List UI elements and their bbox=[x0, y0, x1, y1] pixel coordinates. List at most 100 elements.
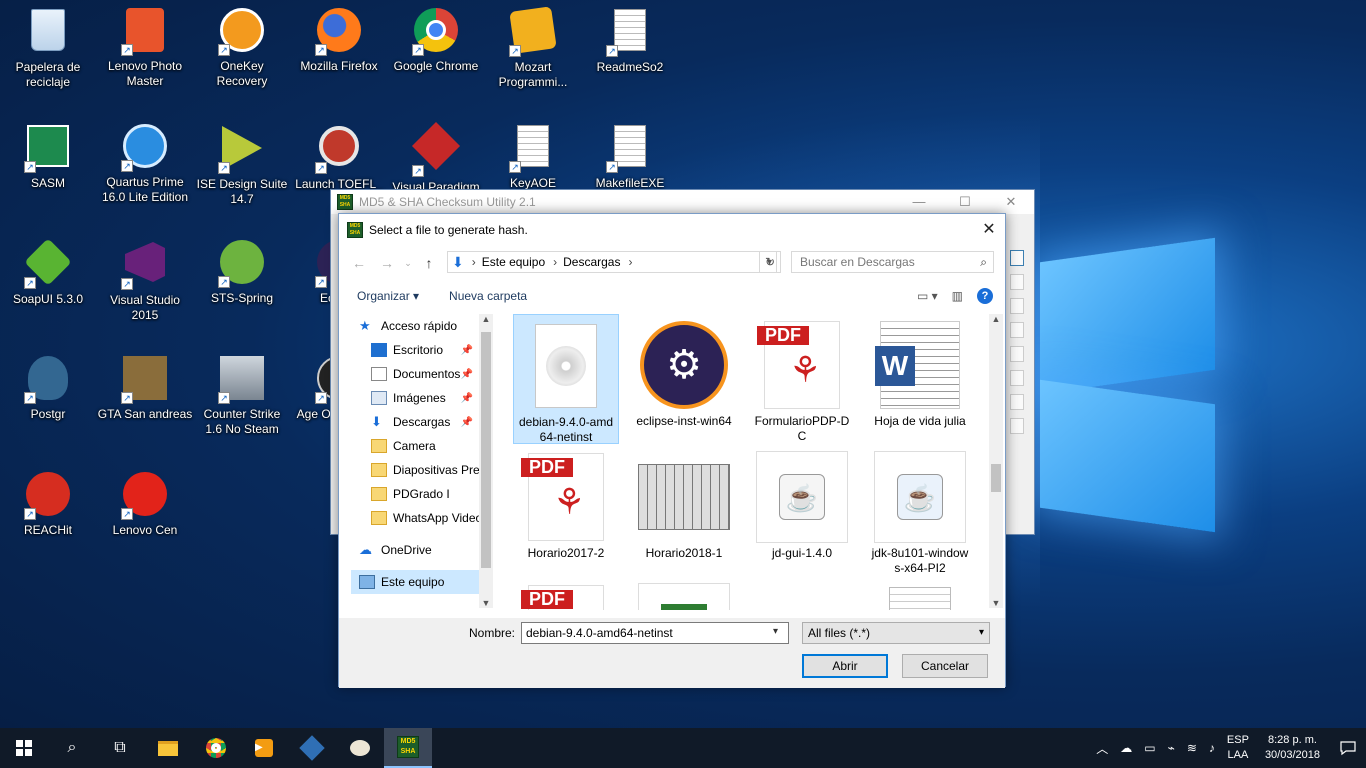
language-indicator[interactable]: ESP LAA bbox=[1227, 733, 1249, 763]
filename-dropdown-icon[interactable]: ▾ bbox=[773, 626, 778, 637]
up-arrow-icon[interactable]: ↑ bbox=[415, 255, 443, 271]
file-tile[interactable] bbox=[749, 578, 855, 610]
paint-icon[interactable] bbox=[336, 728, 384, 768]
dialog-close-button[interactable]: ✕ bbox=[973, 214, 1005, 246]
scroll-up-icon[interactable]: ▲ bbox=[479, 314, 493, 324]
desktop-icon[interactable]: ↗ Visual Paradigm bbox=[388, 121, 484, 195]
nav-item[interactable]: WhatsApp Video bbox=[351, 506, 479, 530]
desktop-icon[interactable]: Papelera de reciclaje bbox=[0, 6, 96, 90]
desktop-icon[interactable]: ↗ Visual Studio 2015 bbox=[97, 238, 193, 323]
nav-item[interactable]: ☁ OneDrive bbox=[351, 538, 479, 562]
scroll-up-icon[interactable]: ▲ bbox=[989, 314, 1003, 324]
desktop-icon[interactable]: ↗ Quartus Prime 16.0 Lite Edition bbox=[97, 122, 193, 205]
desktop-icon[interactable]: ↗ Google Chrome bbox=[388, 6, 484, 74]
filename-input[interactable] bbox=[521, 622, 789, 644]
pin-icon[interactable]: 📌 bbox=[461, 345, 473, 356]
file-tile[interactable]: debian-9.4.0-amd64-netinst bbox=[513, 314, 619, 444]
new-folder-button[interactable]: Nueva carpeta bbox=[449, 289, 527, 303]
nav-item[interactable]: ★ Acceso rápido bbox=[351, 314, 479, 338]
onedrive-tray-icon[interactable]: ☁ bbox=[1120, 741, 1132, 755]
desktop-icon[interactable]: ↗ Counter Strike 1.6 No Steam bbox=[194, 354, 290, 437]
search-icon[interactable]: ⌕ bbox=[48, 728, 96, 768]
cancel-button[interactable]: Cancelar bbox=[902, 654, 988, 678]
desktop-icon[interactable]: ↗ Mozilla Firefox bbox=[291, 6, 387, 74]
file-tile[interactable]: PDF ⚘ Horario2017-2 bbox=[513, 446, 619, 576]
scrollbar-thumb[interactable] bbox=[481, 332, 491, 568]
breadcrumb-chevron-icon[interactable]: › bbox=[628, 255, 632, 269]
desktop-icon[interactable]: ↗ Mozart Programmi... bbox=[485, 6, 581, 90]
breadcrumb-este-equipo[interactable]: Este equipo bbox=[482, 255, 545, 269]
nav-item[interactable]: Imágenes 📌 bbox=[351, 386, 479, 410]
breadcrumb-descargas[interactable]: Descargas bbox=[563, 255, 620, 269]
desktop-icon[interactable]: ↗ ISE Design Suite 14.7 bbox=[194, 122, 290, 207]
file-tile[interactable] bbox=[867, 578, 973, 610]
battery-icon[interactable]: ▭ bbox=[1144, 741, 1155, 755]
view-options-icon[interactable]: ▭ ▾ bbox=[917, 289, 938, 303]
forward-arrow-icon[interactable]: → bbox=[373, 255, 401, 271]
desktop-icon[interactable]: ↗ Lenovo Photo Master bbox=[97, 6, 193, 89]
desktop-icon[interactable]: ↗ KeyAOE bbox=[485, 122, 581, 191]
scrollbar-thumb[interactable] bbox=[991, 464, 1001, 492]
volume-icon[interactable]: ♪ bbox=[1209, 741, 1215, 755]
address-bar[interactable]: ⬇ › Este equipo › Descargas › ▾ bbox=[447, 251, 777, 273]
close-button[interactable]: ✕ bbox=[988, 190, 1034, 214]
clock[interactable]: 8:28 p. m. 30/03/2018 bbox=[1265, 733, 1320, 763]
file-tile[interactable]: ⚙ eclipse-inst-win64 bbox=[631, 314, 737, 444]
dialog-titlebar[interactable]: MD5 SHA Select a file to generate hash. bbox=[339, 214, 1005, 246]
nav-item[interactable]: ⬇ Descargas 📌 bbox=[351, 410, 479, 434]
desktop-icon[interactable]: ↗ Lenovo Cen bbox=[97, 470, 193, 538]
scroll-down-icon[interactable]: ▼ bbox=[479, 598, 493, 608]
desktop-icon[interactable]: ↗ ReadmeSo2 bbox=[582, 6, 678, 75]
desktop-icon[interactable]: ↗ OneKey Recovery bbox=[194, 6, 290, 89]
nav-item[interactable]: PDGrado I bbox=[351, 482, 479, 506]
desktop-icon[interactable]: ↗ MakefileEXE bbox=[582, 122, 678, 191]
desktop-icon[interactable]: ↗ SoapUI 5.3.0 bbox=[0, 238, 96, 307]
desktop-icon[interactable]: ↗ Postgr bbox=[0, 354, 96, 422]
nav-item[interactable]: Camera bbox=[351, 434, 479, 458]
md5-utility-icon[interactable]: MD5 SHA bbox=[384, 728, 432, 768]
desktop-icon[interactable]: ↗ STS-Spring bbox=[194, 238, 290, 306]
desktop-icon[interactable]: ↗ Launch TOEFL_ bbox=[291, 122, 387, 192]
pin-icon[interactable]: 📌 bbox=[461, 417, 473, 428]
desktop-icon[interactable]: ↗ REACHit bbox=[0, 470, 96, 538]
file-tile[interactable]: Horario2018-1 bbox=[631, 446, 737, 576]
file-explorer-icon[interactable] bbox=[144, 728, 192, 768]
file-tile[interactable]: PDF⚘ bbox=[513, 578, 619, 610]
file-tile[interactable]: PDF ⚘ FormularioPDP-DC bbox=[749, 314, 855, 444]
refresh-icon[interactable]: ↻ bbox=[759, 251, 781, 273]
pin-icon[interactable]: 📌 bbox=[461, 369, 473, 380]
breadcrumb-chevron-icon[interactable]: › bbox=[553, 255, 557, 269]
notifications-icon[interactable] bbox=[1330, 728, 1366, 768]
nav-item[interactable]: Este equipo bbox=[351, 570, 479, 594]
file-tile[interactable]: ☕ jd-gui-1.4.0 bbox=[749, 446, 855, 576]
breadcrumb-chevron-icon[interactable]: › bbox=[472, 255, 476, 269]
power-plug-icon[interactable]: ⌁ bbox=[1168, 741, 1175, 755]
nav-item[interactable]: Documentos 📌 bbox=[351, 362, 479, 386]
file-tile[interactable]: ☕ jdk-8u101-windows-x64-PI2 bbox=[867, 446, 973, 576]
file-tile[interactable] bbox=[631, 578, 737, 610]
file-grid-scrollbar[interactable]: ▲ ▼ bbox=[989, 314, 1003, 608]
pin-icon[interactable]: 📌 bbox=[461, 393, 473, 404]
back-arrow-icon[interactable]: ← bbox=[345, 255, 373, 271]
file-tile[interactable]: W Hoja de vida julia bbox=[867, 314, 973, 444]
desktop-icon[interactable]: ↗ GTA San andreas bbox=[97, 354, 193, 422]
task-view-icon[interactable]: ⧉ bbox=[96, 728, 144, 768]
windows-start-icon[interactable] bbox=[0, 728, 48, 768]
search-input[interactable]: Buscar en Descargas ⌕ bbox=[791, 251, 994, 273]
nav-item[interactable]: Escritorio 📌 bbox=[351, 338, 479, 362]
scroll-down-icon[interactable]: ▼ bbox=[989, 598, 1003, 608]
help-icon[interactable]: ? bbox=[977, 288, 993, 304]
organize-button[interactable]: Organizar ▾ bbox=[357, 289, 419, 303]
open-file-dialog[interactable]: MD5 SHA Select a file to generate hash. ✕… bbox=[338, 213, 1006, 688]
desktop-icon[interactable]: ↗ SASM bbox=[0, 122, 96, 191]
navigation-pane-scrollbar[interactable]: ▲ ▼ bbox=[479, 314, 493, 608]
media-player-icon[interactable]: ▶ bbox=[240, 728, 288, 768]
chrome-icon[interactable] bbox=[192, 728, 240, 768]
preview-pane-icon[interactable]: ▥ bbox=[952, 289, 963, 303]
open-button[interactable]: Abrir bbox=[802, 654, 888, 678]
maximize-button[interactable]: ☐ bbox=[942, 190, 988, 214]
nav-item[interactable]: Diapositivas Pres bbox=[351, 458, 479, 482]
recent-locations-chevron-icon[interactable]: ⌄ bbox=[401, 258, 415, 269]
filetype-select[interactable]: All files (*.*) ▾ bbox=[802, 622, 990, 644]
tray-chevron-icon[interactable]: ︿ bbox=[1096, 740, 1108, 757]
